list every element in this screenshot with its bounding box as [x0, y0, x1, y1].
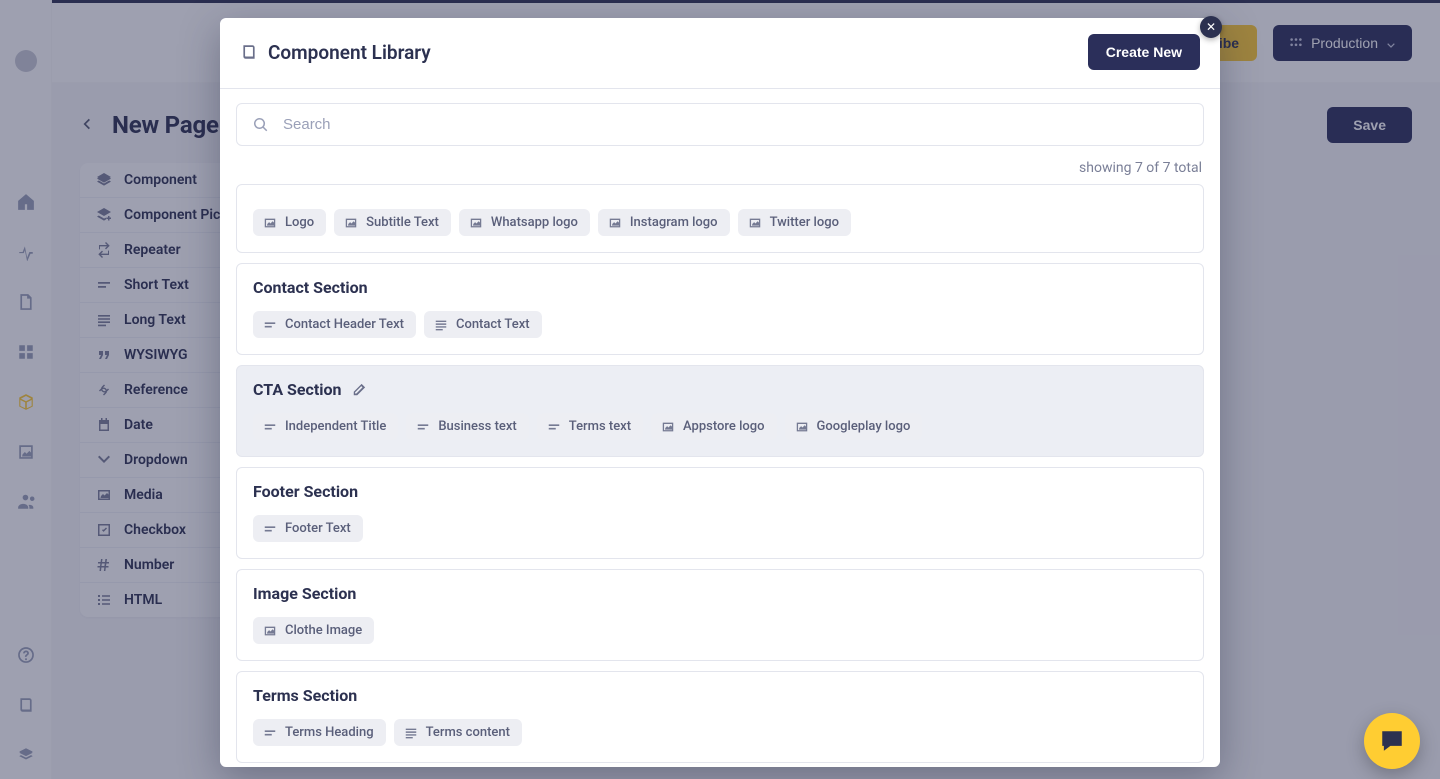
- component-field-pill[interactable]: Appstore logo: [651, 413, 776, 440]
- modal-title: Component Library: [268, 41, 431, 64]
- component-library-modal: ✕ Component Library Create New showing 7…: [220, 18, 1220, 767]
- short-text-icon: [547, 420, 561, 434]
- component-field-pill[interactable]: Whatsapp logo: [459, 209, 590, 236]
- component-card-title: Terms Section: [253, 686, 357, 705]
- media-icon: [608, 216, 622, 230]
- media-icon: [661, 420, 675, 434]
- component-field-pill[interactable]: Terms content: [394, 719, 522, 746]
- pill-label: Appstore logo: [683, 419, 764, 434]
- component-field-pill[interactable]: Terms text: [537, 413, 643, 440]
- pill-label: Footer Text: [285, 521, 351, 536]
- pencil-icon[interactable]: [352, 383, 366, 397]
- short-text-icon: [263, 522, 277, 536]
- pill-label: Logo: [285, 215, 314, 230]
- pill-label: Instagram logo: [630, 215, 718, 230]
- media-icon: [795, 420, 809, 434]
- search-input[interactable]: [283, 116, 1187, 133]
- pill-label: Contact Header Text: [285, 317, 404, 332]
- component-field-pill[interactable]: Terms Heading: [253, 719, 386, 746]
- component-field-pill[interactable]: Independent Title: [253, 413, 398, 440]
- long-text-icon: [404, 726, 418, 740]
- media-icon: [263, 216, 277, 230]
- component-field-pill[interactable]: Twitter logo: [738, 209, 851, 236]
- component-field-pill[interactable]: Googleplay logo: [785, 413, 923, 440]
- pill-label: Twitter logo: [770, 215, 839, 230]
- pill-label: Independent Title: [285, 419, 386, 434]
- component-card[interactable]: CTA Section Independent Title Business t…: [236, 365, 1204, 457]
- media-icon: [469, 216, 483, 230]
- chat-icon: [1379, 728, 1405, 754]
- pill-label: Subtitle Text: [366, 215, 439, 230]
- component-field-pill[interactable]: Contact Text: [424, 311, 542, 338]
- pill-label: Terms content: [426, 725, 510, 740]
- pill-label: Whatsapp logo: [491, 215, 578, 230]
- media-icon: [344, 216, 358, 230]
- pill-label: Contact Text: [456, 317, 530, 332]
- result-count: showing 7 of 7 total: [220, 152, 1220, 184]
- media-icon: [748, 216, 762, 230]
- component-field-pill[interactable]: Logo: [253, 209, 326, 236]
- component-field-pill[interactable]: Subtitle Text: [334, 209, 451, 236]
- component-card[interactable]: Contact Section Contact Header Text Cont…: [236, 263, 1204, 355]
- component-card[interactable]: Terms Section Terms Heading Terms conten…: [236, 671, 1204, 763]
- component-card-title: Image Section: [253, 584, 356, 603]
- component-field-pill[interactable]: Clothe Image: [253, 617, 374, 644]
- short-text-icon: [263, 318, 277, 332]
- component-card-title: CTA Section: [253, 380, 342, 399]
- component-card-title: Contact Section: [253, 278, 368, 297]
- component-card-title: Footer Section: [253, 482, 358, 501]
- search-field[interactable]: [236, 103, 1204, 146]
- component-card[interactable]: Image Section Clothe Image: [236, 569, 1204, 661]
- short-text-icon: [263, 420, 277, 434]
- long-text-icon: [434, 318, 448, 332]
- short-text-icon: [416, 420, 430, 434]
- component-card[interactable]: Footer Section Footer Text: [236, 467, 1204, 559]
- pill-label: Clothe Image: [285, 623, 362, 638]
- short-text-icon: [263, 726, 277, 740]
- component-field-pill[interactable]: Business text: [406, 413, 528, 440]
- media-icon: [263, 624, 277, 638]
- book-icon: [240, 43, 258, 61]
- component-card[interactable]: Logo Subtitle Text Whatsapp logo Instagr…: [236, 184, 1204, 253]
- pill-label: Terms Heading: [285, 725, 374, 740]
- pill-label: Business text: [438, 419, 516, 434]
- component-field-pill[interactable]: Footer Text: [253, 515, 363, 542]
- search-icon: [253, 117, 269, 133]
- create-new-button[interactable]: Create New: [1088, 34, 1200, 70]
- component-field-pill[interactable]: Instagram logo: [598, 209, 730, 236]
- pill-label: Terms text: [569, 419, 631, 434]
- chat-fab[interactable]: [1364, 713, 1420, 769]
- pill-label: Googleplay logo: [817, 419, 911, 434]
- close-icon[interactable]: ✕: [1200, 16, 1222, 38]
- component-field-pill[interactable]: Contact Header Text: [253, 311, 416, 338]
